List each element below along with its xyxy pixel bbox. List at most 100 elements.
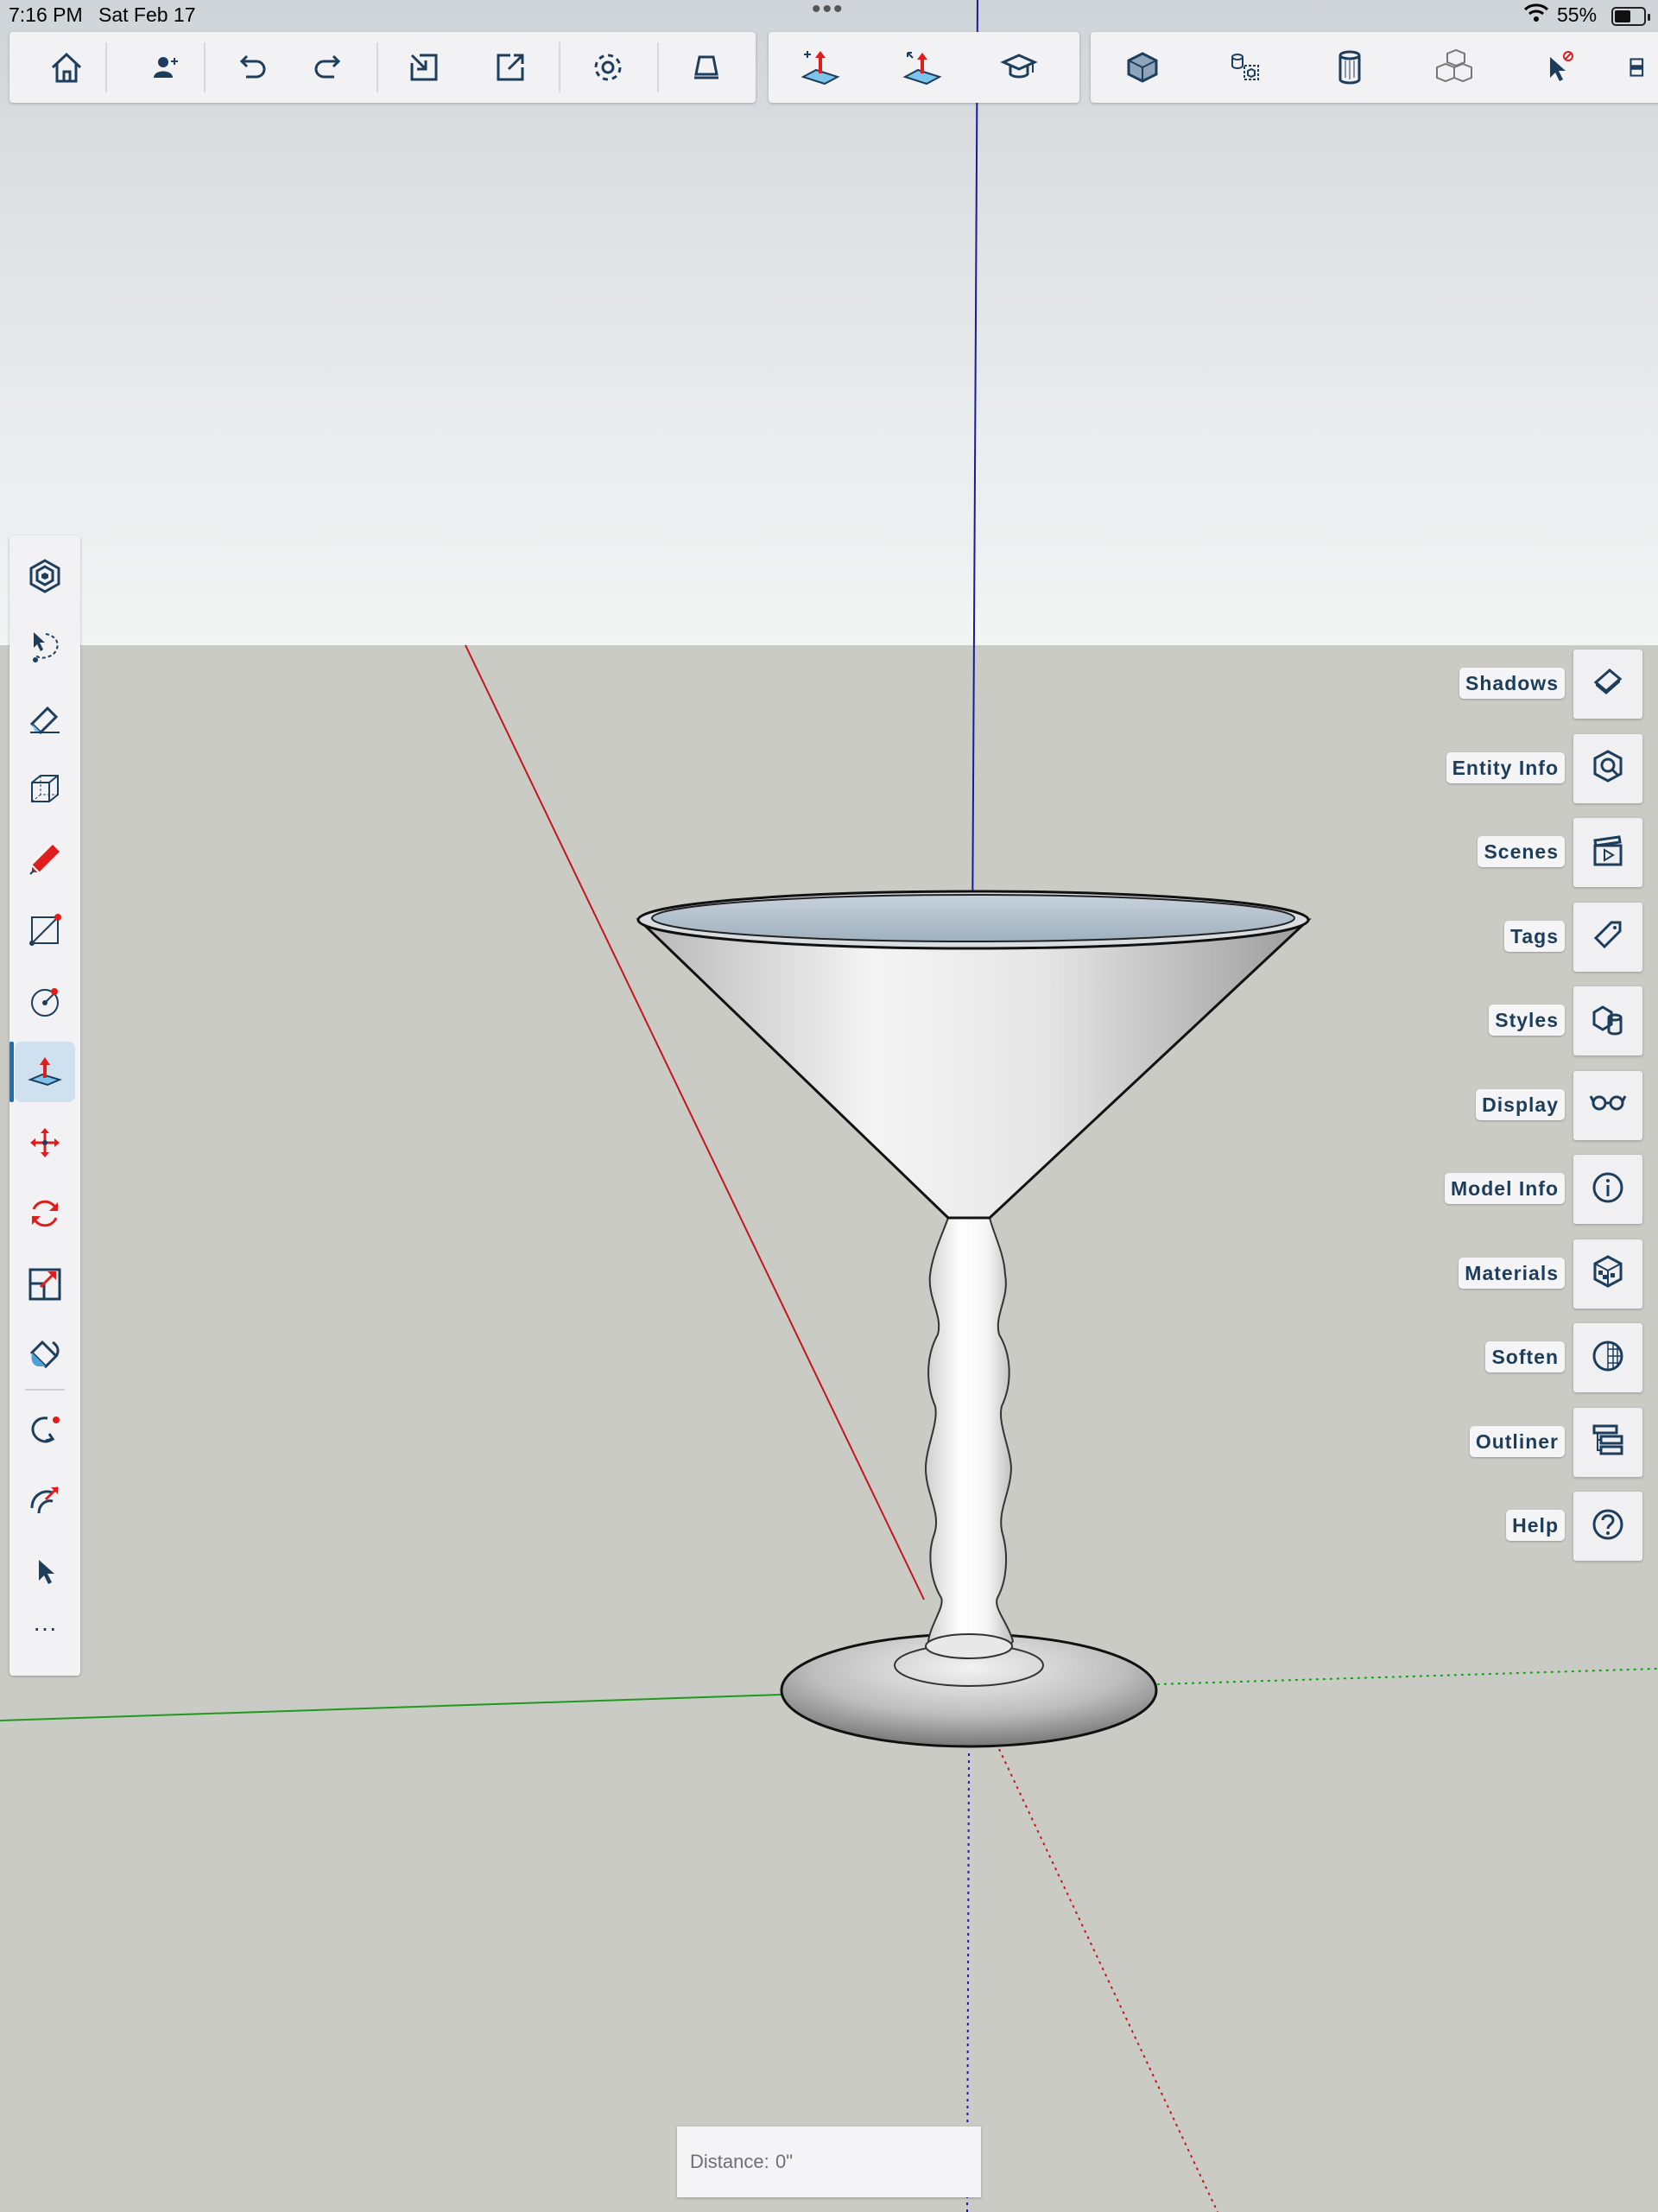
pencil-icon[interactable]	[15, 829, 75, 890]
styles-icon	[1591, 1002, 1625, 1041]
multitasking-dots[interactable]: •••	[812, 0, 845, 24]
help-button[interactable]	[1573, 1492, 1642, 1561]
display-label[interactable]: Display	[1476, 1088, 1565, 1120]
tags-icon	[1591, 917, 1625, 956]
blue-axis	[971, 0, 978, 944]
panel-row-tags: Tags	[1451, 902, 1651, 972]
panel-row-help: Help	[1451, 1492, 1651, 1561]
shadows-icon	[1591, 665, 1625, 704]
tags-label[interactable]: Tags	[1504, 920, 1565, 952]
orbit-icon[interactable]	[15, 1399, 75, 1460]
more-tools-label: ···	[33, 1614, 57, 1641]
more-tools-button[interactable]: ···	[15, 1602, 75, 1654]
select-filter-icon[interactable]	[1531, 41, 1583, 93]
outliner-button[interactable]	[1573, 1407, 1642, 1477]
panel-row-soften: Soften	[1451, 1323, 1651, 1392]
settings-icon[interactable]	[582, 41, 634, 93]
top-toolbar-tools	[1091, 32, 1658, 103]
select-icon[interactable]	[15, 1541, 75, 1601]
panel-row-shadows: Shadows	[1451, 650, 1651, 719]
component-icon[interactable]	[1220, 41, 1272, 93]
scenes-label[interactable]: Scenes	[1478, 836, 1565, 867]
materials-button[interactable]	[1573, 1239, 1642, 1309]
panel-row-outliner: Outliner	[1451, 1407, 1651, 1477]
push-pull-icon[interactable]	[794, 41, 846, 93]
measurements-label: Distance:	[690, 2151, 769, 2172]
display-button[interactable]	[1573, 1070, 1642, 1140]
entity-info-button[interactable]	[1573, 733, 1642, 803]
eraser-icon[interactable]	[15, 688, 75, 748]
battery-icon	[1611, 7, 1650, 26]
measurements-box[interactable]: Distance: 0"	[677, 2126, 981, 2197]
lasso-icon[interactable]	[15, 617, 75, 677]
glass-stem[interactable]	[924, 1217, 1015, 1658]
push-pull-tool-icon[interactable]	[9, 1042, 75, 1102]
styles-button[interactable]	[1573, 986, 1642, 1055]
outliner-icon	[1591, 1423, 1625, 1461]
modeling-viewport[interactable]	[0, 0, 1658, 2212]
styles-label[interactable]: Styles	[1489, 1005, 1565, 1036]
help-label[interactable]: Help	[1506, 1510, 1565, 1541]
undo-icon[interactable]	[225, 41, 277, 93]
panel-row-model-info: Model Info	[1445, 1155, 1651, 1224]
materials-icon	[1591, 1254, 1625, 1293]
status-bar: 7:16 PM Sat Feb 17 ••• 55%	[0, 0, 1658, 31]
boxes-icon[interactable]	[1427, 41, 1479, 93]
wifi-icon	[1523, 2, 1549, 28]
tape-measure-icon[interactable]	[15, 1470, 75, 1531]
more-icon[interactable]	[1626, 41, 1652, 93]
top-toolbar-extensions	[769, 32, 1079, 103]
soften-button[interactable]	[1573, 1323, 1642, 1392]
solid-tools-icon[interactable]	[1117, 41, 1168, 93]
left-toolbar: ···	[9, 536, 80, 1676]
view-icon[interactable]	[15, 758, 75, 819]
export-icon[interactable]	[484, 41, 536, 93]
rectangle-icon[interactable]	[15, 900, 75, 960]
soften-label[interactable]: Soften	[1485, 1341, 1565, 1372]
components-icon[interactable]	[15, 546, 75, 606]
shadows-label[interactable]: Shadows	[1459, 668, 1565, 699]
entity-info-label[interactable]: Entity Info	[1446, 751, 1565, 783]
stem-foot-ring	[925, 1633, 1013, 1659]
rotate-icon[interactable]	[15, 1183, 75, 1244]
scale-icon[interactable]	[15, 1254, 75, 1315]
redo-icon[interactable]	[303, 41, 355, 93]
shadows-button[interactable]	[1573, 650, 1642, 719]
soften-icon	[1591, 1339, 1625, 1378]
measurements-value[interactable]: 0"	[775, 2151, 793, 2173]
glass-bowl[interactable]	[636, 890, 1312, 1220]
tags-button[interactable]	[1573, 902, 1642, 972]
help-icon	[1591, 1507, 1625, 1546]
scene-canvas[interactable]	[0, 0, 1658, 2212]
status-date: Sat Feb 17	[98, 3, 196, 26]
import-icon[interactable]	[398, 41, 450, 93]
entity-info-icon	[1591, 749, 1625, 788]
red-axis-dotted	[998, 1748, 1218, 2212]
materials-label[interactable]: Materials	[1459, 1257, 1565, 1289]
panel-row-entity-info: Entity Info	[1446, 733, 1651, 803]
outliner-label[interactable]: Outliner	[1469, 1425, 1565, 1457]
add-user-icon[interactable]	[139, 41, 191, 93]
move-icon[interactable]	[15, 1112, 75, 1173]
scenes-button[interactable]	[1573, 818, 1642, 887]
battery-percent: 55%	[1557, 3, 1598, 26]
panel-row-scenes: Scenes	[1451, 818, 1651, 887]
display-icon	[1589, 1086, 1627, 1125]
follow-me-icon[interactable]	[896, 41, 948, 93]
status-time: 7:16 PM	[9, 3, 83, 26]
green-axis	[0, 1694, 782, 1721]
panel-row-styles: Styles	[1451, 986, 1651, 1055]
model-info-button[interactable]	[1573, 1155, 1642, 1224]
green-axis-dotted	[1156, 1668, 1658, 1685]
paint-bucket-icon[interactable]	[15, 1325, 75, 1385]
cylinder-icon[interactable]	[1324, 41, 1376, 93]
scenes-icon	[1591, 833, 1625, 872]
learn-icon[interactable]	[993, 41, 1045, 93]
top-toolbar-file	[9, 32, 756, 103]
layout-icon[interactable]	[680, 41, 732, 93]
panel-row-materials: Materials	[1451, 1239, 1651, 1309]
circle-icon[interactable]	[15, 971, 75, 1031]
model-info-icon	[1591, 1170, 1625, 1209]
model-info-label[interactable]: Model Info	[1445, 1173, 1565, 1204]
home-icon[interactable]	[41, 41, 92, 93]
